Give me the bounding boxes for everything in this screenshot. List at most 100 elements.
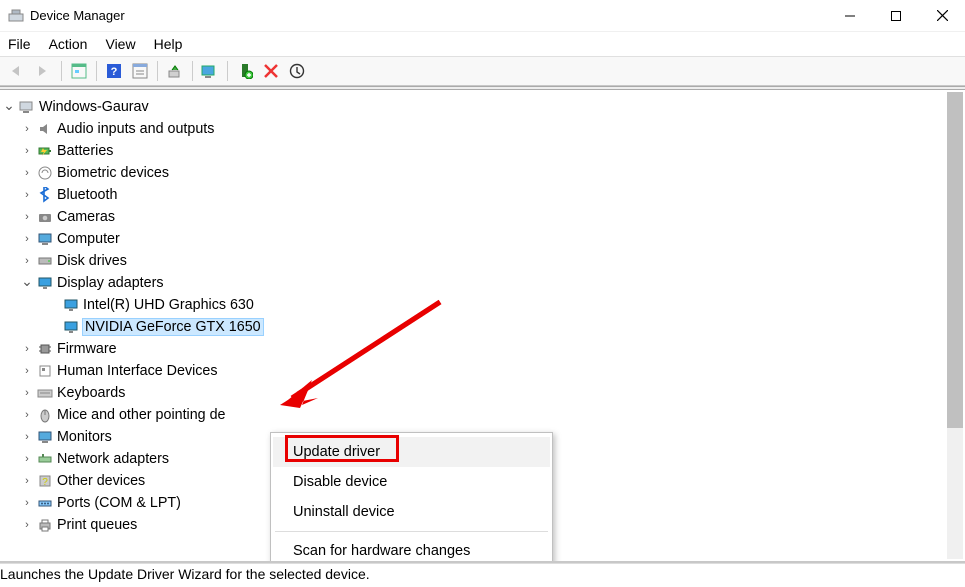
tree-device[interactable]: Intel(R) UHD Graphics 630 [2,294,961,316]
chevron-icon[interactable] [20,365,34,377]
chevron-icon[interactable] [20,497,34,509]
computer-icon [36,230,54,248]
category-label: Mice and other pointing de [57,407,226,423]
mouse-icon [36,406,54,424]
disable-icon[interactable] [259,59,283,83]
category-label: Human Interface Devices [57,363,218,379]
category-label: Ports (COM & LPT) [57,495,181,511]
scrollbar[interactable] [947,92,963,559]
ctx-disable-device[interactable]: Disable device [273,467,550,497]
category-label: Disk drives [57,253,127,269]
category-label: Audio inputs and outputs [57,121,214,137]
update-driver-icon[interactable] [163,59,187,83]
show-hide-console-tree-icon[interactable] [67,59,91,83]
hid-icon [36,362,54,380]
root-label: Windows-Gaurav [39,99,149,115]
bluetooth-icon [36,186,54,204]
fingerprint-icon [36,164,54,182]
menu-help[interactable]: Help [154,36,183,52]
battery-icon [36,142,54,160]
category-label: Keyboards [57,385,125,401]
app-icon [8,8,24,24]
chevron-icon[interactable] [20,431,34,443]
port-icon [36,494,54,512]
window-title: Device Manager [30,8,125,23]
maximize-button[interactable] [873,0,919,32]
tree-category[interactable]: Audio inputs and outputs [2,118,961,140]
printer-icon [36,516,54,534]
chevron-icon[interactable] [20,255,34,267]
display-icon [36,274,54,292]
chevron-icon[interactable] [20,519,34,531]
annotation-highlight-box [285,435,399,462]
window-controls [827,0,965,32]
display-icon [62,296,80,314]
monitor-icon [36,428,54,446]
tree-category[interactable]: Cameras [2,206,961,228]
chevron-icon[interactable] [20,343,34,355]
speaker-icon [36,120,54,138]
tree-category[interactable]: Human Interface Devices [2,360,961,382]
category-label: Other devices [57,473,145,489]
network-icon [36,450,54,468]
help-icon[interactable]: ? [102,59,126,83]
category-label: Bluetooth [57,187,117,203]
category-label: Computer [57,231,120,247]
chevron-icon[interactable] [20,409,34,421]
chevron-icon[interactable] [20,123,34,135]
category-label: Network adapters [57,451,169,467]
chevron-icon[interactable] [20,275,34,292]
chevron-icon[interactable] [20,453,34,465]
tree-panel: Windows-Gaurav Audio inputs and outputs B… [0,90,965,563]
uninstall-icon[interactable] [285,59,309,83]
chevron-icon[interactable] [20,145,34,157]
chevron-icon[interactable] [20,189,34,201]
tree-category[interactable]: Keyboards [2,382,961,404]
ctx-scan-hardware[interactable]: Scan for hardware changes [273,536,550,563]
tree-category[interactable]: Computer [2,228,961,250]
tree-category[interactable]: Bluetooth [2,184,961,206]
device-label: Intel(R) UHD Graphics 630 [83,297,254,313]
menu-action[interactable]: Action [49,36,88,52]
category-label: Monitors [57,429,112,445]
chevron-icon[interactable] [20,167,34,179]
chevron-icon[interactable] [20,233,34,245]
category-label: Display adapters [57,275,164,291]
statusbar: Launches the Update Driver Wizard for th… [0,563,965,585]
svg-text:?: ? [111,66,118,78]
chevron-icon[interactable] [20,211,34,223]
category-label: Biometric devices [57,165,169,181]
tree-device[interactable]: NVIDIA GeForce GTX 1650 [2,316,961,338]
back-icon[interactable] [6,59,30,83]
tree-category[interactable]: Mice and other pointing de [2,404,961,426]
toolbar: ? [0,56,965,86]
ctx-uninstall-device[interactable]: Uninstall device [273,497,550,527]
action-icon[interactable] [128,59,152,83]
computer-icon [18,98,36,116]
close-button[interactable] [919,0,965,32]
tree-category[interactable]: Batteries [2,140,961,162]
menubar: File Action View Help [0,32,965,56]
disk-icon [36,252,54,270]
device-label: NVIDIA GeForce GTX 1650 [83,319,263,335]
tree-category[interactable]: Biometric devices [2,162,961,184]
scan-icon[interactable] [198,59,222,83]
titlebar: Device Manager [0,0,965,32]
svg-text:?: ? [42,477,48,488]
root-node[interactable]: Windows-Gaurav [2,96,961,118]
chevron-down-icon[interactable] [2,99,16,116]
chevron-icon[interactable] [20,475,34,487]
menu-file[interactable]: File [8,36,31,52]
tree-category[interactable]: Display adapters [2,272,961,294]
camera-icon [36,208,54,226]
menu-view[interactable]: View [105,36,135,52]
context-menu: Update driver Disable device Uninstall d… [270,432,553,563]
keyboard-icon [36,384,54,402]
chevron-icon[interactable] [20,387,34,399]
enable-icon[interactable] [233,59,257,83]
minimize-button[interactable] [827,0,873,32]
forward-icon[interactable] [32,59,56,83]
tree-category[interactable]: Firmware [2,338,961,360]
chip-icon [36,340,54,358]
tree-category[interactable]: Disk drives [2,250,961,272]
